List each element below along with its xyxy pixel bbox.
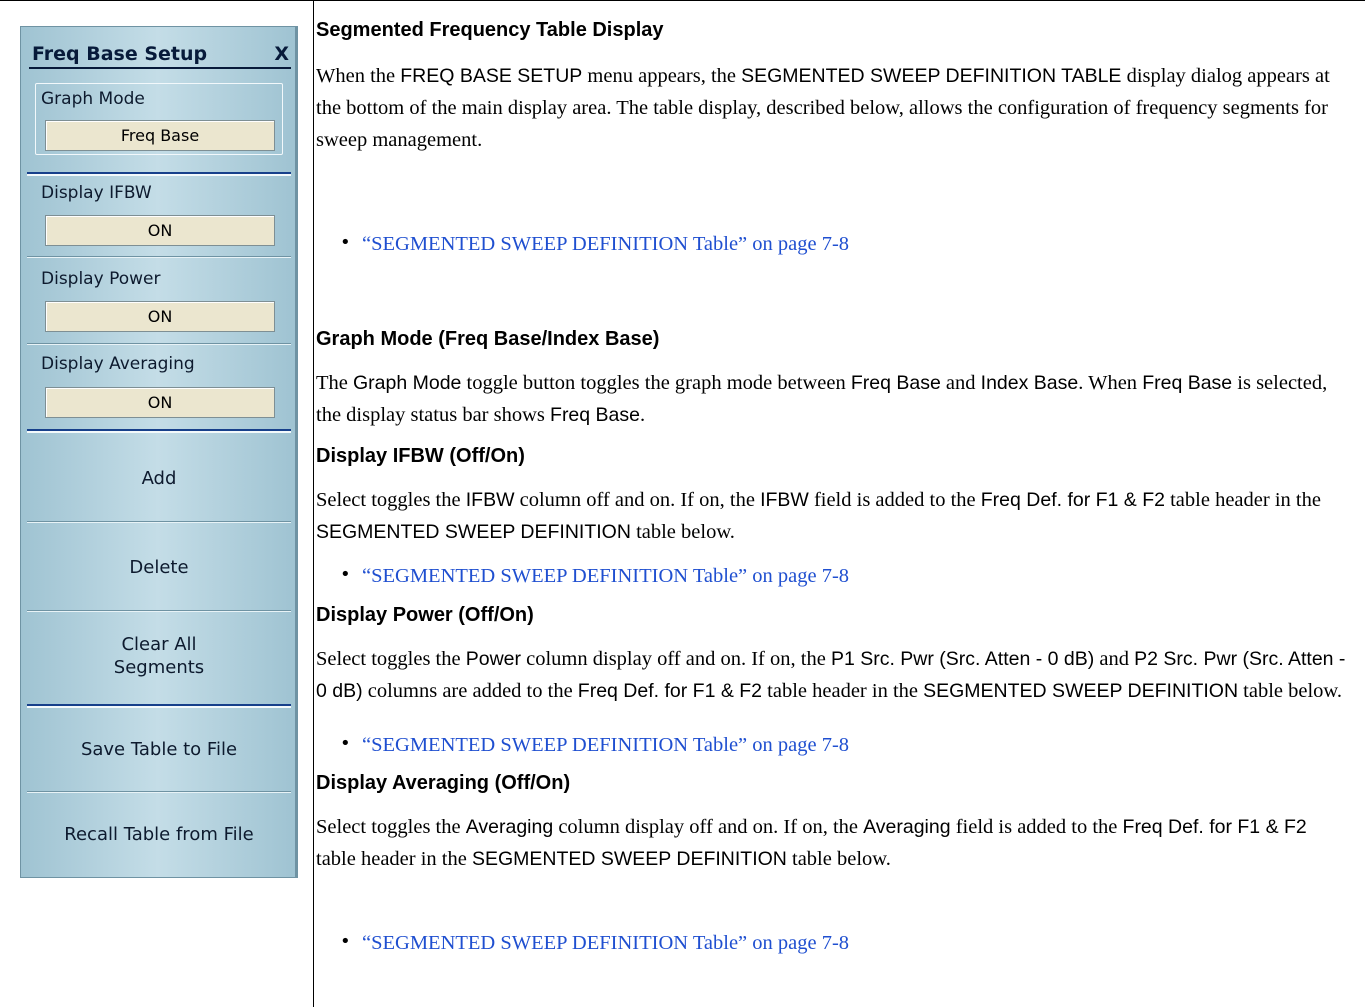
separator [27,343,291,345]
cross-reference-link[interactable]: “SEGMENTED SWEEP DEFINITION Table” on pa… [362,932,849,954]
bullet-icon: • [340,232,351,253]
add-button[interactable]: Add [27,435,291,521]
bullet-icon: • [340,564,351,585]
separator [27,429,291,433]
delete-button[interactable]: Delete [27,524,291,610]
list-item: • “SEGMENTED SWEEP DEFINITION Table” on … [340,733,849,757]
cross-reference-link[interactable]: “SEGMENTED SWEEP DEFINITION Table” on pa… [362,565,849,587]
title-underline [29,67,291,69]
list-item: • “SEGMENTED SWEEP DEFINITION Table” on … [340,232,849,256]
display-ifbw-label: Display IFBW [41,183,152,203]
cross-reference-link[interactable]: “SEGMENTED SWEEP DEFINITION Table” on pa… [362,734,849,756]
section-heading-display-averaging: Display Averaging (Off/On) [316,772,571,794]
top-rule [0,0,1365,1]
paragraph-display-averaging: Select toggles the Averaging column disp… [316,816,1307,870]
cross-reference-link[interactable]: “SEGMENTED SWEEP DEFINITION Table” on pa… [362,233,849,255]
separator [27,172,291,176]
paragraph-graph-mode: The Graph Mode toggle button toggles the… [316,372,1328,426]
graph-mode-label: Graph Mode [41,89,145,109]
freq-base-setup-menu: Freq Base Setup X Graph Mode Freq Base D… [20,26,298,878]
paragraph-display-power: Select toggles the Power column display … [316,648,1346,702]
graph-mode-toggle[interactable]: Freq Base [45,120,275,151]
display-averaging-toggle[interactable]: ON [45,387,275,418]
paragraph-segmented-table: When the FREQ BASE SETUP menu appears, t… [316,65,1330,151]
section-heading-graph-mode: Graph Mode (Freq Base/Index Base) [316,328,660,350]
display-ifbw-toggle[interactable]: ON [45,215,275,246]
separator [27,610,291,612]
bullet-icon: • [340,733,351,754]
save-table-button[interactable]: Save Table to File [27,707,291,791]
separator [27,791,291,793]
clear-all-segments-button[interactable]: Clear All Segments [27,613,291,699]
display-power-label: Display Power [41,269,161,289]
clear-all-label-line2: Segments [113,657,205,678]
column-divider [313,0,314,1007]
paragraph-display-ifbw: Select toggles the IFBW column off and o… [316,489,1321,543]
list-item: • “SEGMENTED SWEEP DEFINITION Table” on … [340,931,849,955]
separator [27,256,291,258]
close-icon[interactable]: X [274,43,289,65]
menu-title: Freq Base Setup [32,43,208,65]
section-heading-display-ifbw: Display IFBW (Off/On) [316,445,525,467]
menu-title-bar: Freq Base Setup X [29,41,291,69]
clear-all-label-line1: Clear All [121,634,197,655]
display-averaging-label: Display Averaging [41,354,195,374]
display-power-toggle[interactable]: ON [45,301,275,332]
bullet-icon: • [340,931,351,952]
section-heading-display-power: Display Power (Off/On) [316,604,534,626]
list-item: • “SEGMENTED SWEEP DEFINITION Table” on … [340,564,849,588]
separator [27,521,291,523]
section-heading-segmented-table: Segmented Frequency Table Display [316,19,664,41]
recall-table-button[interactable]: Recall Table from File [27,794,291,875]
